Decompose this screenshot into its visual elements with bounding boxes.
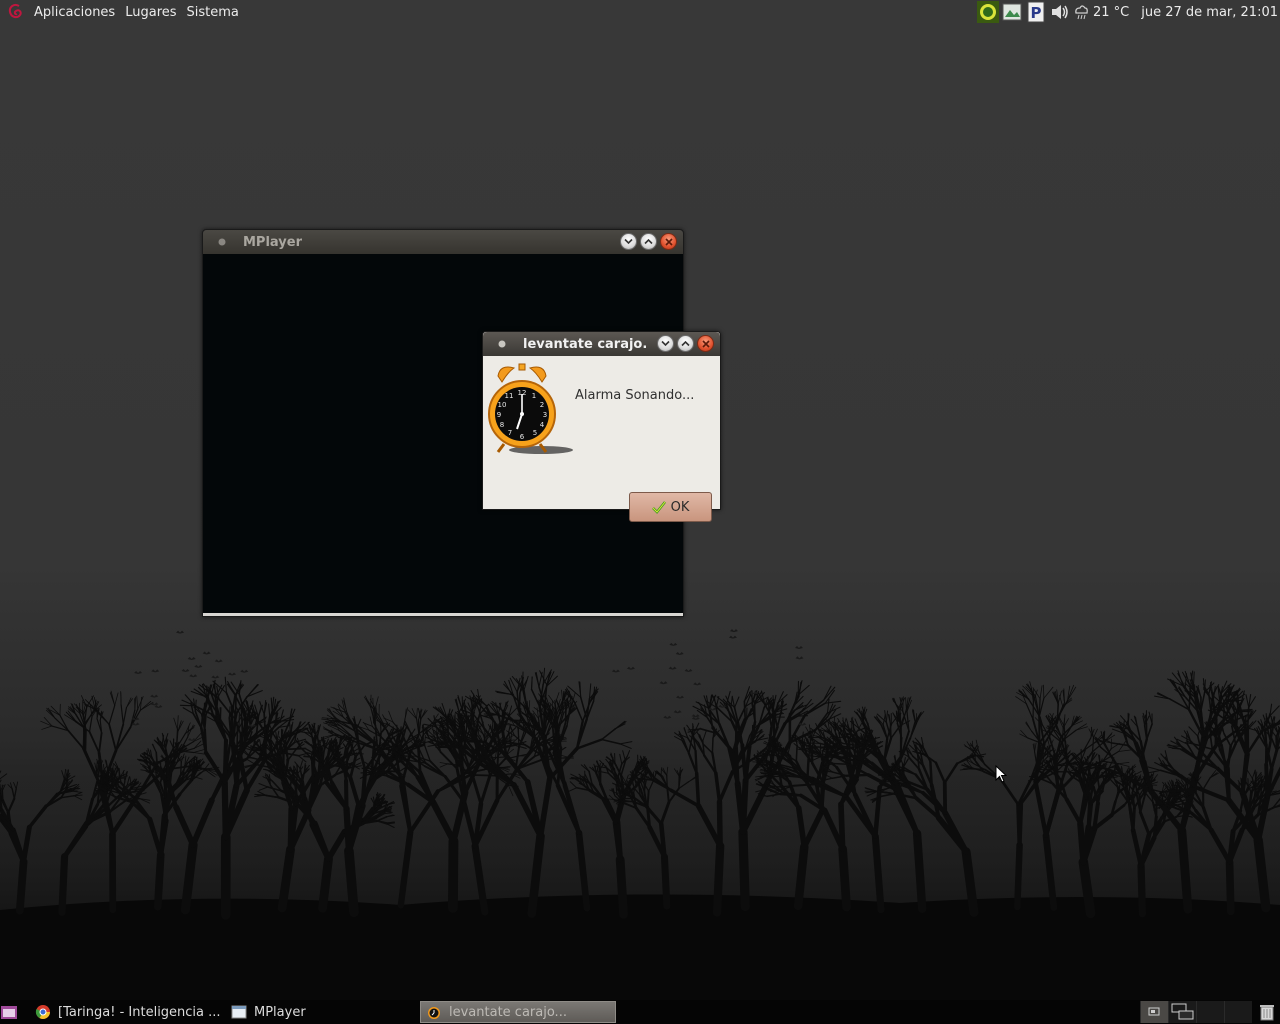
checkmark-icon	[651, 500, 666, 514]
alarm-body: 12 1 2 345 678 9 10 11 Alarma Sonando... OK	[483, 356, 720, 522]
menu-sistema[interactable]: Sistema	[187, 5, 239, 20]
window-icon	[230, 1003, 248, 1021]
workspace-3[interactable]	[1196, 1001, 1224, 1023]
minimize-button[interactable]	[657, 335, 674, 352]
mplayer-title: MPlayer	[243, 234, 302, 250]
top-panel: Aplicaciones Lugares Sistema P 21 °C jue…	[0, 0, 1280, 24]
show-desktop-icon[interactable]	[0, 1003, 18, 1021]
task-mplayer[interactable]: MPlayer	[230, 1001, 306, 1023]
chevron-down-icon	[661, 340, 670, 347]
workspace-switcher	[1140, 1001, 1252, 1023]
task-taringa[interactable]: [Taringa! - Inteligencia ...	[34, 1001, 221, 1023]
alarm-title: levantate carajo.	[523, 336, 648, 352]
menu-lugares[interactable]: Lugares	[125, 5, 176, 20]
task-label: [Taringa! - Inteligencia ...	[58, 1004, 221, 1020]
forest-wallpaper	[0, 629, 1280, 1000]
minimize-button[interactable]	[620, 233, 637, 250]
system-tray: P 21 °C jue 27 de mar, 21:01	[976, 0, 1280, 24]
workspace-4[interactable]	[1224, 1001, 1252, 1023]
close-button[interactable]	[697, 335, 714, 352]
weather-temperature[interactable]: 21 °C	[1093, 5, 1129, 20]
window-menu-icon[interactable]	[211, 231, 233, 253]
mouse-pointer-icon	[995, 765, 1007, 783]
volume-icon[interactable]	[1049, 1, 1071, 23]
ok-label: OK	[670, 499, 690, 515]
chevron-down-icon	[624, 238, 633, 245]
image-viewer-icon[interactable]	[1001, 1, 1023, 23]
alarm-dialog: levantate carajo. 12 1 2 345 678 9 10 11…	[482, 331, 721, 522]
task-label: MPlayer	[254, 1004, 306, 1020]
mplayer-titlebar[interactable]: MPlayer	[203, 230, 683, 254]
alarm-clock-icon	[425, 1003, 443, 1021]
menu-aplicaciones[interactable]: Aplicaciones	[34, 5, 115, 20]
network-globe-icon[interactable]	[976, 1, 999, 23]
chevron-up-icon	[681, 340, 690, 347]
close-icon	[664, 237, 673, 246]
maximize-button[interactable]	[677, 335, 694, 352]
svg-text:P: P	[1030, 4, 1041, 22]
maximize-button[interactable]	[640, 233, 657, 250]
workspace-2[interactable]	[1168, 1001, 1196, 1023]
close-button[interactable]	[660, 233, 677, 250]
close-icon	[701, 339, 710, 348]
alarm-titlebar[interactable]: levantate carajo.	[483, 332, 720, 356]
debian-logo-icon[interactable]	[4, 0, 28, 24]
task-alarm[interactable]: levantate carajo...	[420, 1001, 616, 1023]
weather-cloud-icon[interactable]	[1073, 1, 1089, 23]
alarm-clock-icon: 12 12 345 678 91011	[488, 363, 573, 454]
workspace-1[interactable]	[1140, 1001, 1168, 1023]
task-label: levantate carajo...	[449, 1004, 567, 1020]
window-menu-icon[interactable]	[491, 333, 513, 355]
parking-p-icon[interactable]: P	[1025, 1, 1047, 23]
ok-button[interactable]: OK	[629, 492, 712, 522]
chevron-up-icon	[644, 238, 653, 245]
chrome-icon	[34, 1003, 52, 1021]
bottom-panel: [Taringa! - Inteligencia ... MPlayer lev…	[0, 1000, 1280, 1024]
mplayer-status-strip	[203, 613, 683, 616]
clock[interactable]: jue 27 de mar, 21:01	[1141, 5, 1278, 20]
trash-icon[interactable]	[1256, 1001, 1278, 1023]
alarm-message: Alarma Sonando...	[575, 388, 695, 403]
